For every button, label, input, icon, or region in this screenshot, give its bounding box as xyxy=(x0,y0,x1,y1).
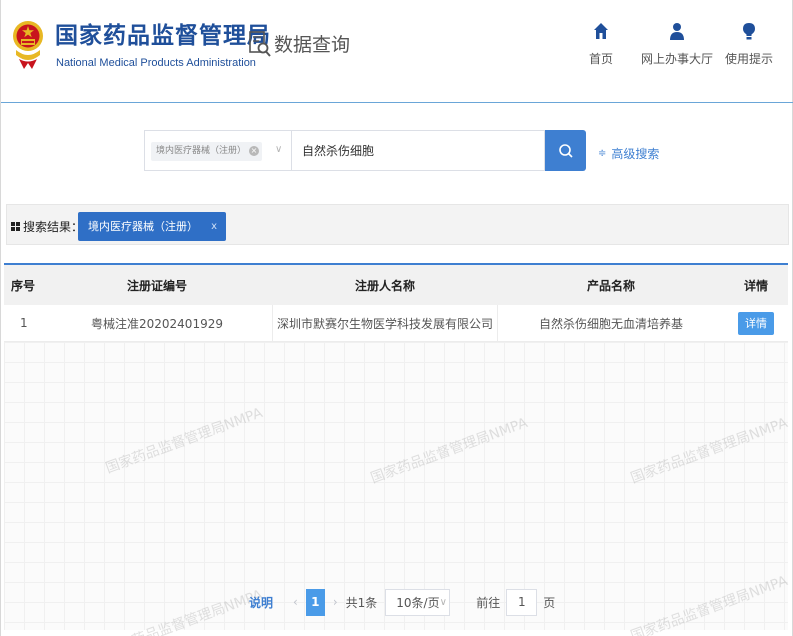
prev-page-icon[interactable]: ‹ xyxy=(293,595,298,609)
table-empty-area xyxy=(4,342,788,630)
advanced-search-label: 高级搜索 xyxy=(611,147,660,161)
page-1-button[interactable]: 1 xyxy=(305,588,325,616)
row-reg-no: 粤械注准20202401929 xyxy=(91,316,223,331)
goto-prefix: 前往 xyxy=(476,595,501,610)
filter-icon: ≑ xyxy=(598,148,607,159)
org-name-cn: 国家药品监督管理局 xyxy=(55,23,271,49)
column-header-registrant: 注册人名称 xyxy=(354,278,415,293)
column-header-detail: 详情 xyxy=(743,278,768,293)
row-product: 自然杀伤细胞无血清培养基 xyxy=(538,316,683,331)
home-icon xyxy=(594,23,608,39)
active-category-tag[interactable]: 境内医疗器械（注册） x xyxy=(78,212,226,241)
search-result-bar: 搜索结果： 境内医疗器械（注册） x xyxy=(6,204,789,245)
results-table: 序号 注册证编号 注册人名称 产品名称 详情 1 粤械注准20202401929… xyxy=(4,263,788,342)
category-tag-close-icon[interactable]: × xyxy=(249,146,260,156)
page-size-label: 10条/页 xyxy=(396,595,440,610)
search-icon xyxy=(558,143,573,158)
org-name-en: National Medical Products Administration xyxy=(56,57,256,69)
nav-usage-tips-label: 使用提示 xyxy=(725,52,774,66)
chevron-down-icon: ∨ xyxy=(275,144,283,155)
search-result-heading: 搜索结果： xyxy=(11,218,83,235)
nav-home[interactable]: 首页 xyxy=(589,22,613,67)
document-search-icon xyxy=(249,30,271,57)
page-size-select[interactable]: 10条/页 ∨ xyxy=(385,588,451,616)
goto-suffix: 页 xyxy=(543,595,556,610)
keyword-input[interactable] xyxy=(291,130,545,171)
help-link[interactable]: 说明 xyxy=(249,594,273,611)
detail-button[interactable]: 详情 xyxy=(738,311,774,335)
nav-home-label: 首页 xyxy=(589,52,614,66)
category-tag: 境内医疗器械（注册） × xyxy=(151,142,263,161)
table-header: 序号 注册证编号 注册人名称 产品名称 详情 xyxy=(4,263,788,305)
goto-page-input[interactable] xyxy=(506,588,538,616)
search-result-label: 搜索结果： xyxy=(23,220,84,234)
national-emblem-icon xyxy=(13,21,43,69)
nav-usage-tips[interactable]: 使用提示 xyxy=(725,22,773,67)
column-header-index: 序号 xyxy=(10,278,35,293)
chevron-down-icon: ∨ xyxy=(439,596,447,608)
grid-icon xyxy=(11,222,20,231)
row-index: 1 xyxy=(20,316,28,330)
search-bar: 境内医疗器械（注册） × ∨ xyxy=(144,130,586,171)
advanced-search-link[interactable]: ≑ 高级搜索 xyxy=(598,145,659,162)
page: 国家药品监督管理局 National Medical Products Admi… xyxy=(0,0,793,636)
category-select[interactable]: 境内医疗器械（注册） × ∨ xyxy=(144,130,291,171)
active-category-label: 境内医疗器械（注册） xyxy=(88,220,198,233)
nav-online-service-hall-label: 网上办事大厅 xyxy=(641,52,714,66)
site-header: 国家药品监督管理局 National Medical Products Admi… xyxy=(1,0,793,103)
column-header-product: 产品名称 xyxy=(586,278,635,293)
category-tag-label: 境内医疗器械（注册） xyxy=(156,146,247,156)
lightbulb-icon xyxy=(743,23,755,40)
total-count: 共1条 xyxy=(345,595,378,610)
pagination: 说明 ‹ 1 › 共1条 10条/页 ∨ 前往 页 xyxy=(249,588,555,616)
row-detail-cell: 详情 xyxy=(724,305,788,341)
close-icon[interactable]: x xyxy=(211,212,217,241)
nav-online-service-hall[interactable]: 网上办事大厅 xyxy=(641,22,713,67)
user-icon xyxy=(670,23,684,40)
data-query-label: 数据查询 xyxy=(274,34,351,56)
table-row: 1 粤械注准20202401929 深圳市默赛尔生物医学科技发展有限公司 自然杀… xyxy=(4,305,788,342)
next-page-icon[interactable]: › xyxy=(333,595,338,609)
data-query-title: 数据查询 xyxy=(249,30,350,57)
column-header-reg-no: 注册证编号 xyxy=(126,278,187,293)
row-registrant: 深圳市默赛尔生物医学科技发展有限公司 xyxy=(272,305,498,341)
search-button[interactable] xyxy=(545,130,586,171)
